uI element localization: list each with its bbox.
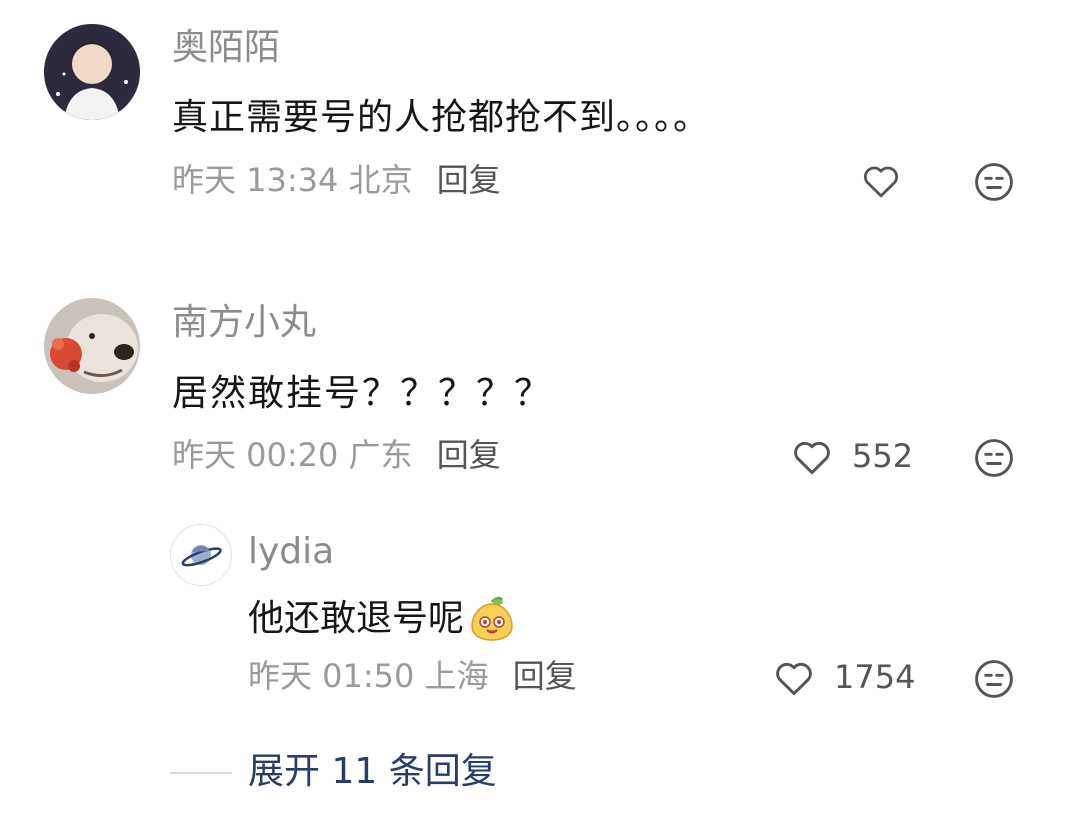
comment-author[interactable]: 南方小丸 (172, 305, 316, 341)
comment-meta: 昨天 00:20 广东 回复 (172, 439, 501, 471)
avatar[interactable] (170, 524, 232, 586)
comment-text: 真正需要号的人抢都抢不到。。。。 (172, 97, 711, 138)
comment-text: 居然敢挂号？？？？？ (172, 373, 553, 414)
divider (170, 772, 232, 774)
comment-location: 广东 (348, 436, 413, 474)
planet-icon (181, 545, 222, 567)
reply-text: 他还敢退号呢 (248, 596, 516, 642)
heart-outline-icon[interactable] (860, 160, 902, 202)
pear-emoji-icon (468, 596, 516, 642)
reply-text-content: 他还敢退号呢 (248, 598, 465, 639)
reply-author[interactable]: lydia (248, 534, 334, 570)
comment-meta: 昨天 13:34 北京 回复 (172, 164, 501, 196)
reply-time: 昨天 01:50 (248, 657, 415, 695)
meh-face-icon[interactable] (972, 657, 1016, 701)
meh-face-icon[interactable] (972, 160, 1016, 204)
like-count: 552 (852, 437, 914, 475)
like-count: 1754 (834, 658, 916, 696)
expand-replies-button[interactable]: 展开 11 条回复 (248, 754, 497, 790)
reply-location: 上海 (424, 657, 489, 695)
heart-outline-icon[interactable] (790, 435, 834, 479)
comment-time: 昨天 00:20 (172, 436, 339, 474)
reply-button[interactable]: 回复 (437, 436, 501, 474)
avatar[interactable] (44, 24, 140, 120)
heart-outline-icon[interactable] (772, 656, 816, 700)
avatar[interactable] (44, 298, 140, 394)
comment-author[interactable]: 奥陌陌 (172, 30, 280, 66)
meh-face-icon[interactable] (972, 436, 1016, 480)
comment-time: 昨天 13:34 (172, 161, 339, 199)
reply-button[interactable]: 回复 (513, 657, 577, 695)
comment-location: 北京 (348, 161, 413, 199)
reply-button[interactable]: 回复 (437, 161, 501, 199)
reply-meta: 昨天 01:50 上海 回复 (248, 660, 577, 692)
